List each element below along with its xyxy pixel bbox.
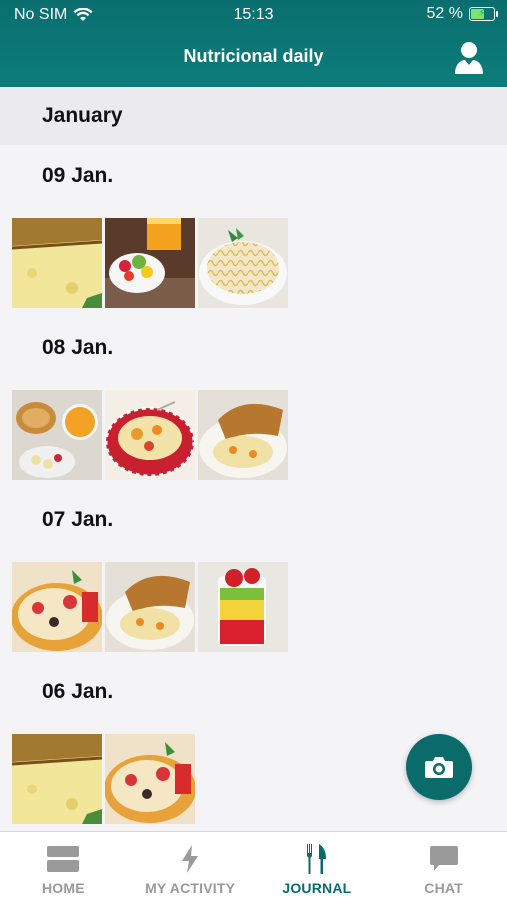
day-date: 07 Jan. <box>42 508 114 531</box>
meal-photo-chicken-vegetables[interactable] <box>198 390 288 480</box>
app-header: No SIM 15:13 52 % ⚡ Nutricional daily <box>0 0 507 87</box>
tab-my-activity[interactable]: MY ACTIVITY <box>127 832 254 901</box>
meal-photo-pasta-salad[interactable] <box>105 734 195 824</box>
day-section: 08 Jan. <box>0 317 507 489</box>
month-label: January <box>42 104 123 127</box>
tab-label: MY ACTIVITY <box>145 880 236 896</box>
lightning-icon <box>182 845 199 873</box>
tab-label: CHAT <box>424 880 463 896</box>
tab-label: HOME <box>41 880 85 896</box>
meal-photo-omelette[interactable] <box>12 734 102 824</box>
chat-bubble-icon <box>429 846 458 871</box>
home-icon <box>47 846 80 872</box>
meal-photos <box>12 218 288 308</box>
page-title: Nutricional daily <box>183 46 324 66</box>
meal-photo-breakfast-toast-juice[interactable] <box>12 390 102 480</box>
day-section: 09 Jan. <box>0 145 507 317</box>
day-date: 06 Jan. <box>42 680 114 703</box>
meal-photo-omelette[interactable] <box>12 218 102 308</box>
tab-label: JOURNAL <box>282 880 352 896</box>
tab-chat[interactable]: CHAT <box>380 832 507 901</box>
battery-icon: ⚡ <box>469 7 498 21</box>
meal-photo-spaghetti[interactable] <box>198 218 288 308</box>
meal-photos <box>12 390 288 480</box>
meal-photo-tortellini[interactable] <box>105 390 195 480</box>
day-date: 08 Jan. <box>42 336 114 359</box>
tab-journal[interactable]: JOURNAL <box>254 832 381 901</box>
day-date: 09 Jan. <box>42 164 114 187</box>
meal-photo-fruit-salad-juice[interactable] <box>105 218 195 308</box>
tab-bar: HOME MY ACTIVITY JOURNAL CHAT <box>0 831 507 901</box>
meal-photo-chicken-vegetables[interactable] <box>105 562 195 652</box>
meal-photo-pasta-salad[interactable] <box>12 562 102 652</box>
user-profile-icon[interactable] <box>453 40 485 76</box>
camera-button[interactable] <box>406 734 472 800</box>
fork-knife-icon <box>306 844 326 874</box>
month-header: January <box>0 87 507 145</box>
battery-percent: 52 % <box>426 5 463 22</box>
status-bar: No SIM 15:13 52 % ⚡ <box>0 0 507 30</box>
meal-photo-fruit-cup[interactable] <box>198 562 288 652</box>
meal-photos <box>12 562 288 652</box>
camera-icon <box>425 757 453 778</box>
meal-photos <box>12 734 195 824</box>
day-section: 07 Jan. <box>0 489 507 661</box>
journal-list: 09 Jan. 08 Jan. 07 Jan. 06 Jan. <box>0 145 507 833</box>
tab-home[interactable]: HOME <box>0 832 127 901</box>
